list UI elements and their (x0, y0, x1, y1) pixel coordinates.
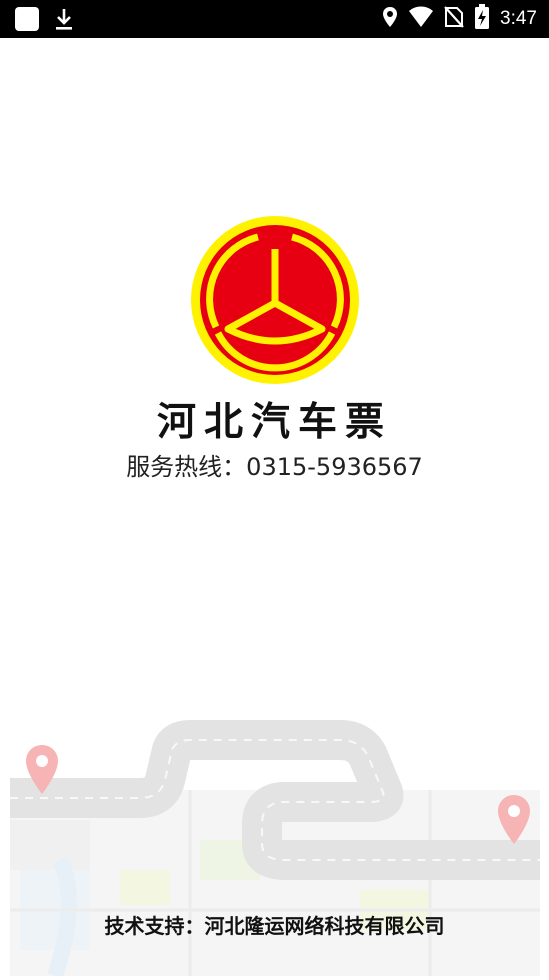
status-bar-left (14, 7, 74, 35)
status-bar: 3:47 (0, 0, 549, 38)
service-hotline: 服务热线：0315-5936567 (126, 453, 423, 481)
app-title: 河北汽车票 (156, 400, 392, 445)
battery-charging-icon (474, 4, 490, 34)
app-logo (190, 215, 360, 385)
wifi-icon (408, 6, 434, 32)
download-icon (54, 7, 74, 35)
technical-support: 技术支持：河北隆运网络科技有限公司 (104, 914, 445, 938)
status-bar-right: 3:47 (382, 0, 537, 38)
app-square-icon (14, 7, 40, 35)
no-sim-icon (444, 6, 464, 32)
location-icon (382, 6, 398, 32)
clock: 3:47 (500, 8, 537, 29)
